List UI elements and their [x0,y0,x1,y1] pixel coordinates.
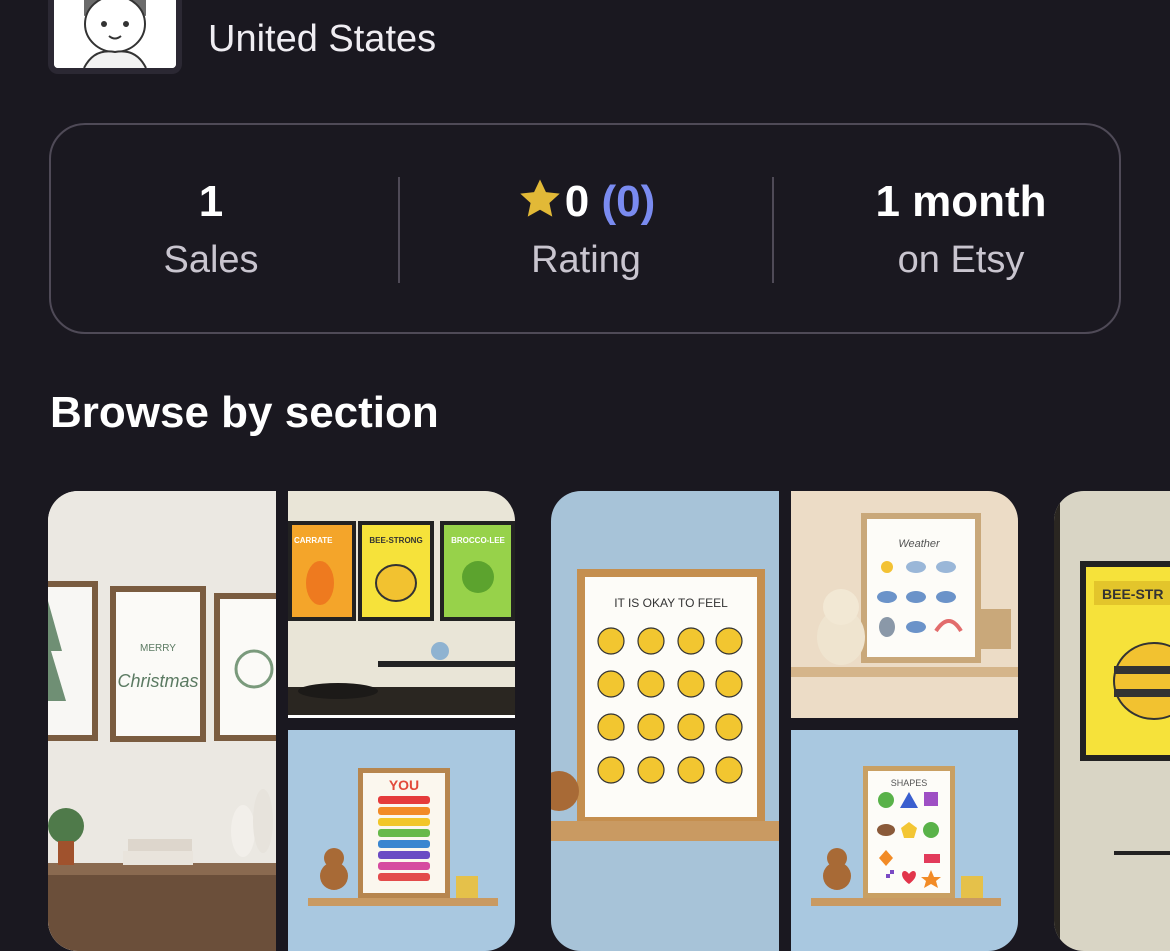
avatar-image [54,0,176,68]
shop-stats-panel: 1 Sales 0 (0) Rating 1 month on Etsy [49,123,1121,334]
tenure-value: 1 month [875,177,1047,226]
rating-label: Rating [531,239,641,281]
section-card[interactable]: MERRY Christmas CARRATE BEE-STRONG BROCC… [48,491,515,951]
section-image-christmas: MERRY Christmas [48,491,276,951]
section-image-shapes: SHAPES [791,730,1018,951]
stat-sales: 1 Sales [51,175,371,282]
art-bee-str: BEE-STR [1102,586,1163,602]
sales-value: 1 [198,177,224,226]
art-weather-title: Weather [898,538,941,550]
shop-location: United States [208,18,437,60]
section-card[interactable]: BEE-STR [1054,491,1170,951]
art-christmas: Christmas [117,671,198,691]
rating-count-link[interactable]: (0) [601,177,655,226]
section-image-affirmations: YOU [288,730,515,951]
stat-tenure: 1 month on Etsy [801,175,1121,282]
sales-label: Sales [163,239,259,281]
section-image-weather: Weather [791,491,1018,718]
art-brocco-lee: BROCCO-LEE [451,536,505,545]
tenure-label: on Etsy [897,239,1025,281]
section-image-emotions: IT IS OKAY TO FEEL [551,491,779,951]
stat-divider [398,177,400,283]
section-image-veggies: CARRATE BEE-STRONG BROCCO-LEE [288,491,515,718]
shop-avatar[interactable] [48,0,182,74]
section-image-bee-strong: BEE-STR [1054,491,1170,951]
art-you: YOU [389,777,419,793]
art-merry: MERRY [140,643,176,654]
art-feel-title: IT IS OKAY TO FEEL [614,596,728,610]
browse-section-heading: Browse by section [50,388,439,437]
stat-rating[interactable]: 0 (0) Rating [426,175,746,282]
rating-value-row: 0 (0) [426,175,746,229]
art-shapes-title: SHAPES [891,778,928,788]
stat-divider [772,177,774,283]
art-carrate: CARRATE [294,536,333,545]
art-bee-strong: BEE-STRONG [369,536,422,545]
section-card[interactable]: IT IS OKAY TO FEEL Weather SHAPES [551,491,1018,951]
rating-value: 0 [564,177,590,226]
star-icon [517,176,563,235]
